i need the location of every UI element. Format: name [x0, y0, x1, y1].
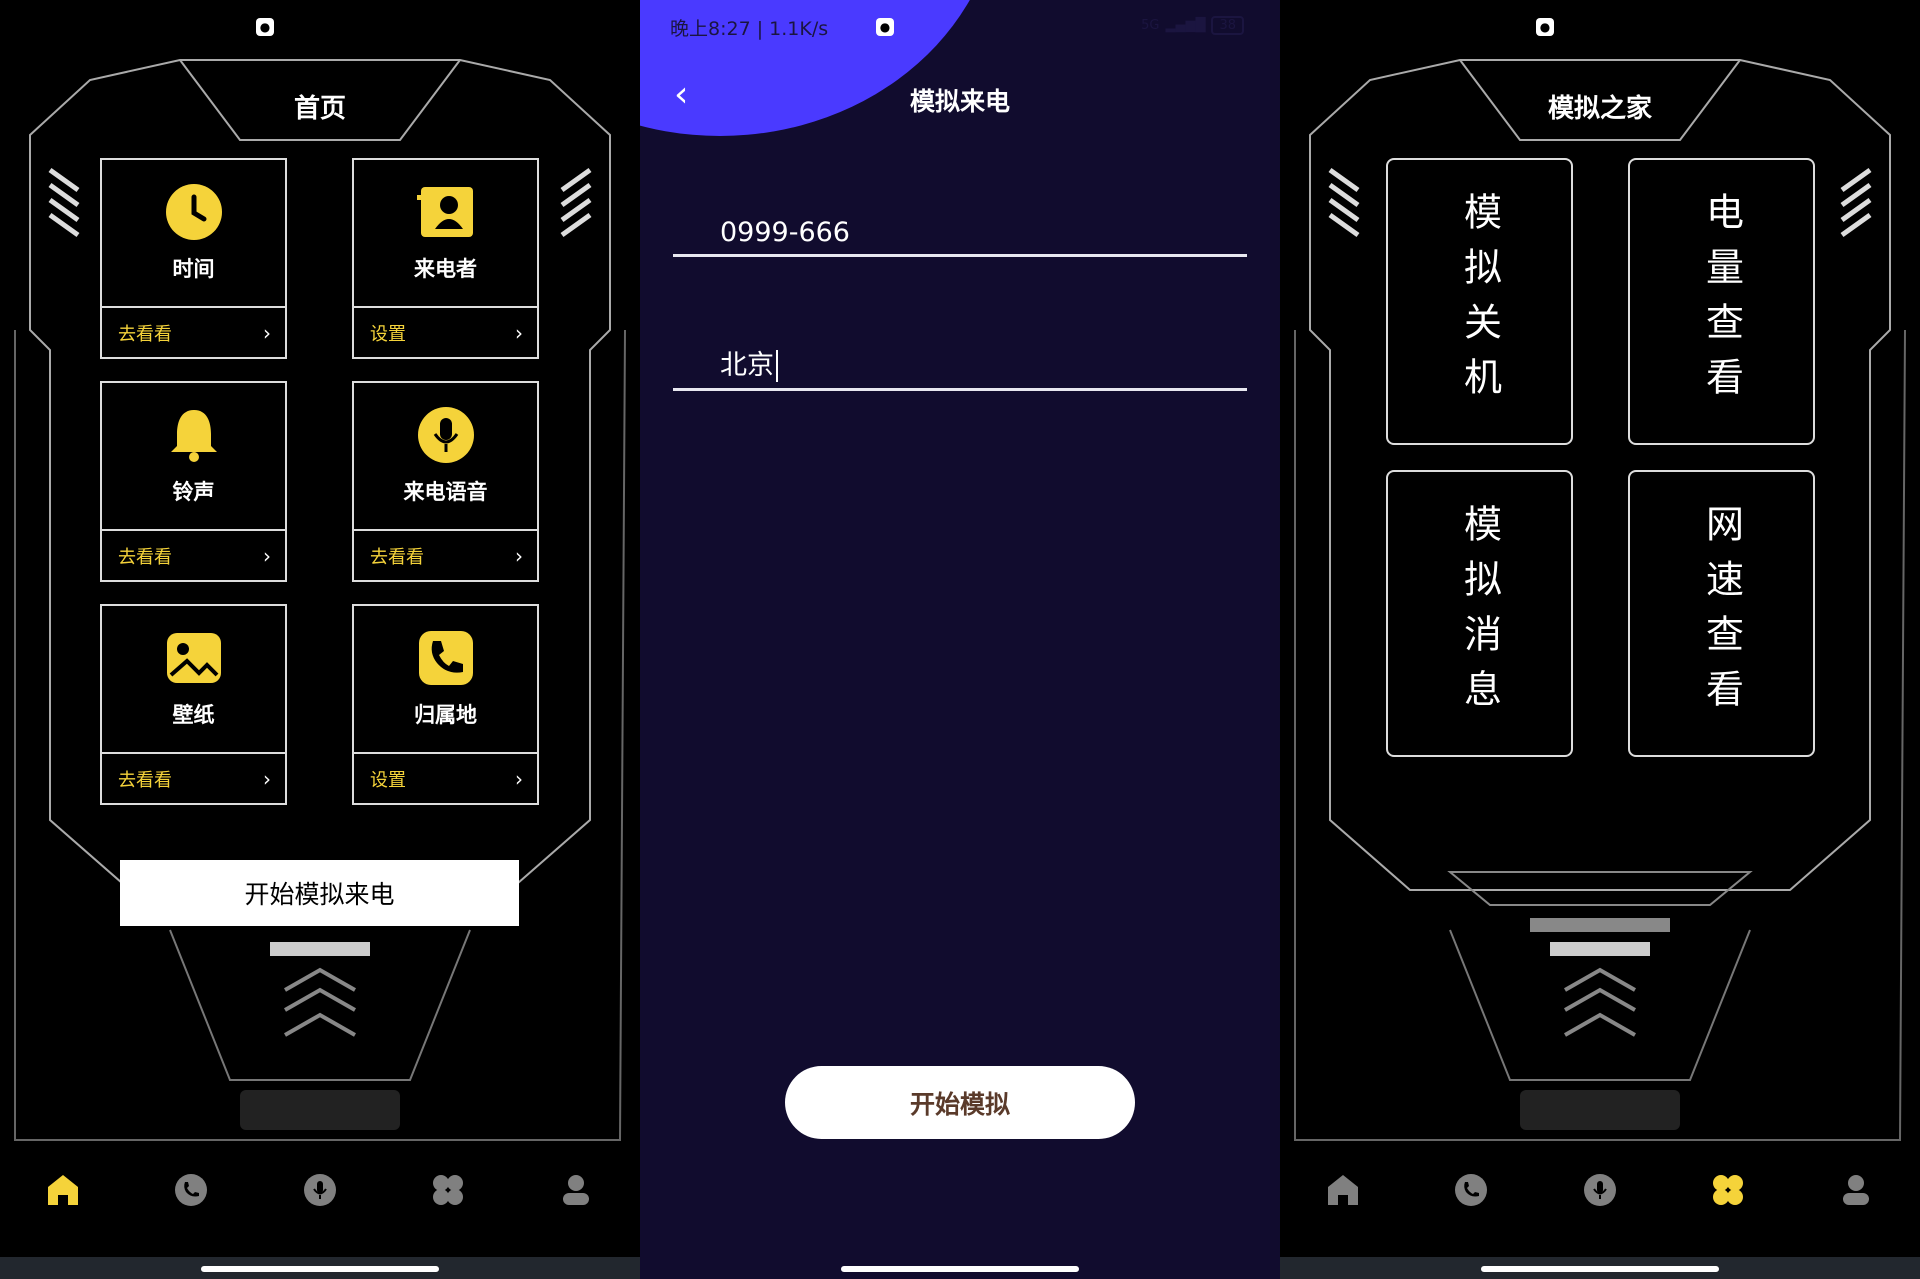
grid-icon[interactable] [423, 1165, 473, 1215]
bell-icon [165, 406, 223, 464]
home-indicator[interactable] [201, 1266, 439, 1272]
card-label: 网速查看 [1699, 503, 1744, 724]
chevron-right-icon: › [515, 320, 523, 345]
card-label: 来电者 [414, 257, 477, 281]
card-label: 归属地 [414, 703, 477, 727]
card-location: 归属地 设置 › [352, 604, 539, 805]
card-caller: 来电者 设置 › [352, 158, 539, 359]
card-link-location[interactable]: 设置 › [354, 754, 537, 803]
gesture-bar [0, 1257, 640, 1279]
phone-icon [417, 629, 475, 687]
signal-icon: ▂▄▆█ [1165, 18, 1206, 33]
card-link-time[interactable]: 去看看 › [102, 308, 285, 357]
card-label: 模拟关机 [1457, 191, 1502, 412]
card-label: 壁纸 [172, 703, 215, 727]
chevron-right-icon: › [515, 766, 523, 791]
chevron-right-icon: › [263, 766, 271, 791]
home-icon[interactable] [38, 1165, 88, 1215]
gesture-bar [1280, 1257, 1920, 1279]
simulate-call-screen: 晚上8:27 | 1.1K/s ● 5G ▂▄▆█ 38 ‹ 模拟来电 0999-6… [640, 0, 1280, 1279]
simulate-message-card[interactable]: 模拟消息 [1386, 470, 1573, 757]
phone-icon[interactable] [166, 1165, 216, 1215]
bottom-nav [1280, 1165, 1920, 1215]
start-simulation-button[interactable]: 开始模拟 [785, 1066, 1135, 1139]
card-link-wallpaper[interactable]: 去看看 › [102, 754, 285, 803]
link-text: 设置 [370, 769, 406, 791]
user-icon[interactable] [1831, 1165, 1881, 1215]
card-label: 来电语音 [403, 480, 488, 504]
location-value: 北京 [720, 350, 774, 381]
page-title: 模拟之家 [1547, 94, 1652, 124]
qq-notification-icon: ● [876, 18, 894, 36]
qq-notification-icon: ● [1536, 18, 1554, 36]
card-label: 电量查看 [1699, 191, 1744, 412]
phone-number-value: 0999-666 [720, 217, 850, 248]
image-icon [165, 629, 223, 687]
link-text: 去看看 [118, 323, 172, 345]
link-text: 设置 [370, 323, 406, 345]
chevron-right-icon: › [263, 320, 271, 345]
phone-number-input[interactable]: 0999-666 [673, 207, 1247, 257]
clock-icon [165, 183, 223, 241]
status-bar-time: 晚上8:27 | 1.1K/s [670, 18, 829, 40]
user-icon[interactable] [551, 1165, 601, 1215]
page-title: 模拟来电 [909, 87, 1010, 116]
battery-icon: 38 [1211, 16, 1244, 35]
contact-card-icon [416, 183, 475, 241]
qq-notification-icon: ● [256, 18, 274, 36]
bottom-nav [0, 1165, 640, 1215]
card-link-caller[interactable]: 设置 › [354, 308, 537, 357]
microphone-icon[interactable] [1575, 1165, 1625, 1215]
link-text: 去看看 [118, 546, 172, 568]
start-simulated-call-button[interactable]: 开始模拟来电 [120, 860, 519, 926]
grid-icon[interactable] [1703, 1165, 1753, 1215]
phone-icon[interactable] [1446, 1165, 1496, 1215]
home-indicator[interactable] [1481, 1266, 1719, 1272]
gesture-bar [640, 1257, 1280, 1279]
card-ringtone: 铃声 去看看 › [100, 381, 287, 582]
simulate-shutdown-card[interactable]: 模拟关机 [1386, 158, 1573, 445]
status-bar-right: 5G ▂▄▆█ 38 [1141, 16, 1244, 35]
link-text: 去看看 [118, 769, 172, 791]
home-icon[interactable] [1318, 1165, 1368, 1215]
home-indicator[interactable] [841, 1266, 1079, 1272]
location-input[interactable]: 北京 [673, 341, 1247, 391]
card-voice: 来电语音 去看看 › [352, 381, 539, 582]
card-time: 时间 去看看 › [100, 158, 287, 359]
network-type: 5G [1141, 18, 1160, 33]
chevron-right-icon: › [515, 543, 523, 568]
sci-fi-frame-decoration [1294, 59, 1906, 1141]
card-label: 模拟消息 [1457, 503, 1502, 724]
card-wallpaper: 壁纸 去看看 › [100, 604, 287, 805]
battery-check-card[interactable]: 电量查看 [1628, 158, 1815, 445]
card-label: 时间 [172, 257, 215, 281]
card-label: 铃声 [172, 480, 215, 504]
card-link-ringtone[interactable]: 去看看 › [102, 531, 285, 580]
text-caret [776, 350, 778, 382]
chevron-right-icon: › [263, 543, 271, 568]
page-title: 首页 [293, 94, 346, 124]
link-text: 去看看 [370, 546, 424, 568]
network-speed-card[interactable]: 网速查看 [1628, 470, 1815, 757]
microphone-icon [417, 406, 475, 464]
microphone-icon[interactable] [295, 1165, 345, 1215]
simulation-home-screen: ● 模拟之家 模拟关机 电量查看 模拟消息 网速查看 [1280, 0, 1920, 1279]
card-link-voice[interactable]: 去看看 › [354, 531, 537, 580]
sci-fi-frame-decoration [14, 59, 626, 1141]
home-screen: ● 首页 时间 去看看 › 来电者 设置 › 铃声 去看看 › 来电语音 去看看 › 壁… [0, 0, 640, 1279]
